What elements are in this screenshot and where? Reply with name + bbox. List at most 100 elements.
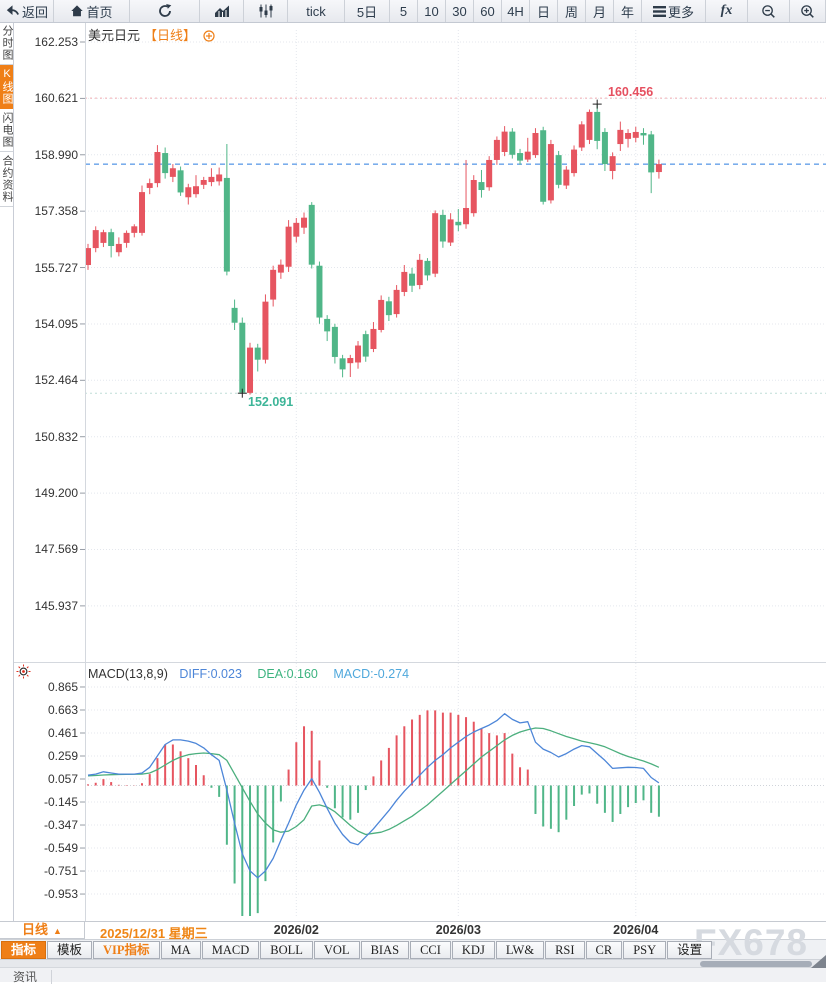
toolbar-min30-button[interactable]: 30	[446, 0, 474, 22]
candle-body	[162, 153, 168, 173]
indicator-tab-CCI[interactable]: CCI	[410, 941, 451, 959]
toolbar-min60-button[interactable]: 60	[474, 0, 502, 22]
indicator-tab-VOL[interactable]: VOL	[314, 941, 360, 959]
toolbar-4hour-label: 4H	[507, 4, 524, 19]
indicator-tab-VIP指标[interactable]: VIP指标	[93, 941, 160, 959]
indicator-tab-BIAS[interactable]: BIAS	[361, 941, 409, 959]
candle-body	[648, 134, 654, 172]
candle-body	[293, 223, 299, 237]
panel-divider[interactable]	[13, 662, 826, 663]
toolbar-yearly-button[interactable]: 年	[614, 0, 642, 22]
macd-hist-value: MACD:-0.274	[333, 667, 409, 681]
candle-body	[440, 215, 446, 242]
candle-body	[463, 208, 469, 224]
toolbar-more-label: 更多	[668, 2, 694, 21]
candlestick-chart[interactable]	[0, 0, 826, 981]
toolbar-area-chart-button[interactable]	[200, 0, 244, 22]
news-tab[interactable]: 资讯	[0, 970, 52, 984]
indicator-tab-PSY[interactable]: PSY	[623, 941, 666, 959]
indicator-tab-MACD[interactable]: MACD	[202, 941, 260, 959]
toolbar-5day-button[interactable]: 5日	[345, 0, 390, 22]
resize-grip-icon[interactable]	[811, 955, 826, 968]
price-axis-label: 154.095	[13, 317, 78, 331]
x-axis-row: 日线▲ 2025/12/31 星期三 2026/022026/032026/04	[0, 921, 826, 939]
sidebar-item-分时图[interactable]: 分时图	[0, 22, 13, 65]
candle-body	[131, 226, 137, 233]
candle-body	[224, 178, 230, 272]
candle-body	[185, 187, 191, 197]
candle-body	[178, 170, 184, 192]
macd-axis-label: 0.259	[13, 749, 78, 763]
toolbar-min10-button[interactable]: 10	[418, 0, 446, 22]
period-dropdown[interactable]: 日线▲	[0, 922, 85, 939]
indicator-tab-RSI[interactable]: RSI	[545, 941, 584, 959]
x-axis-month-label: 2026/02	[266, 923, 326, 937]
toolbar-daily-button[interactable]: 日	[530, 0, 558, 22]
toolbar-min5-button[interactable]: 5	[390, 0, 418, 22]
candle-body	[540, 130, 546, 202]
price-axis-label: 162.253	[13, 35, 78, 49]
x-axis-month-label: 2026/03	[428, 923, 488, 937]
toolbar-zoom-in-button[interactable]	[790, 0, 826, 22]
price-axis-label: 147.569	[13, 542, 78, 556]
indicator-tab-指标[interactable]: 指标	[1, 941, 46, 959]
macd-axis-label: -0.549	[13, 841, 78, 855]
price-axis-label: 155.727	[13, 261, 78, 275]
candle-body	[147, 183, 153, 188]
toolbar-daily-label: 日	[537, 2, 550, 21]
candle-body	[556, 155, 562, 185]
toolbar-weekly-button[interactable]: 周	[558, 0, 586, 22]
toolbar-back-label: 返回	[22, 2, 48, 21]
indicator-tab-MA[interactable]: MA	[161, 941, 201, 959]
indicator-tab-设置[interactable]: 设置	[667, 941, 712, 959]
toolbar-more-button[interactable]: 更多	[642, 0, 706, 22]
toolbar-kline-style-button[interactable]	[244, 0, 288, 22]
indicator-tab-BOLL[interactable]: BOLL	[260, 941, 313, 959]
toolbar-yearly-label: 年	[621, 2, 634, 21]
toolbar-monthly-button[interactable]: 月	[586, 0, 614, 22]
candle-body	[471, 180, 477, 213]
toolbar-refresh-button[interactable]	[130, 0, 200, 22]
toolbar-tick-button[interactable]: tick	[288, 0, 345, 22]
toolbar-monthly-label: 月	[593, 2, 606, 21]
indicator-tab-LW&[interactable]: LW&	[496, 941, 544, 959]
macd-axis-label: 0.461	[13, 726, 78, 740]
toolbar-fx-button[interactable]: fx	[706, 0, 748, 22]
candle-body	[586, 112, 592, 140]
toolbar-zoom-out-button[interactable]	[748, 0, 790, 22]
macd-header: MACD(13,8,9) DIFF:0.023 DEA:0.160 MACD:-…	[88, 667, 409, 681]
candle-body	[193, 186, 199, 194]
macd-axis-label: -0.145	[13, 795, 78, 809]
candle-body	[124, 233, 130, 243]
sidebar-item-K线图[interactable]: K线图	[0, 65, 13, 109]
price-axis-label: 149.200	[13, 486, 78, 500]
sidebar-item-合约资料[interactable]: 合约资料	[0, 152, 13, 207]
indicator-tab-模板[interactable]: 模板	[47, 941, 92, 959]
x-axis-month-label: 2026/04	[606, 923, 666, 937]
add-indicator-icon[interactable]	[203, 30, 215, 42]
candle-body	[532, 133, 538, 155]
toolbar-back-button[interactable]: 返回	[0, 0, 54, 22]
candle-body	[139, 192, 145, 233]
candle-body	[340, 358, 346, 369]
candle-body	[579, 124, 585, 147]
candle-body	[548, 144, 554, 200]
toolbar-4hour-button[interactable]: 4H	[502, 0, 530, 22]
sidebar: 分时图K线图闪电图合约资料	[0, 22, 13, 921]
candle-body	[502, 132, 508, 152]
indicator-tab-CR[interactable]: CR	[586, 941, 623, 959]
indicator-settings-icon[interactable]	[16, 664, 31, 679]
refresh-icon	[157, 3, 173, 19]
indicator-tab-KDJ[interactable]: KDJ	[452, 941, 495, 959]
toolbar-home-button[interactable]: 首页	[54, 0, 130, 22]
candle-body	[108, 232, 114, 246]
sidebar-item-闪电图[interactable]: 闪电图	[0, 109, 13, 152]
candle-body	[401, 272, 407, 292]
candle-body	[633, 132, 639, 138]
candle-body	[656, 164, 662, 172]
candle-body	[232, 308, 238, 323]
candle-body	[432, 213, 438, 273]
candle-body	[363, 334, 369, 356]
candle-body	[494, 140, 500, 160]
toolbar-min5-label: 5	[400, 4, 407, 19]
